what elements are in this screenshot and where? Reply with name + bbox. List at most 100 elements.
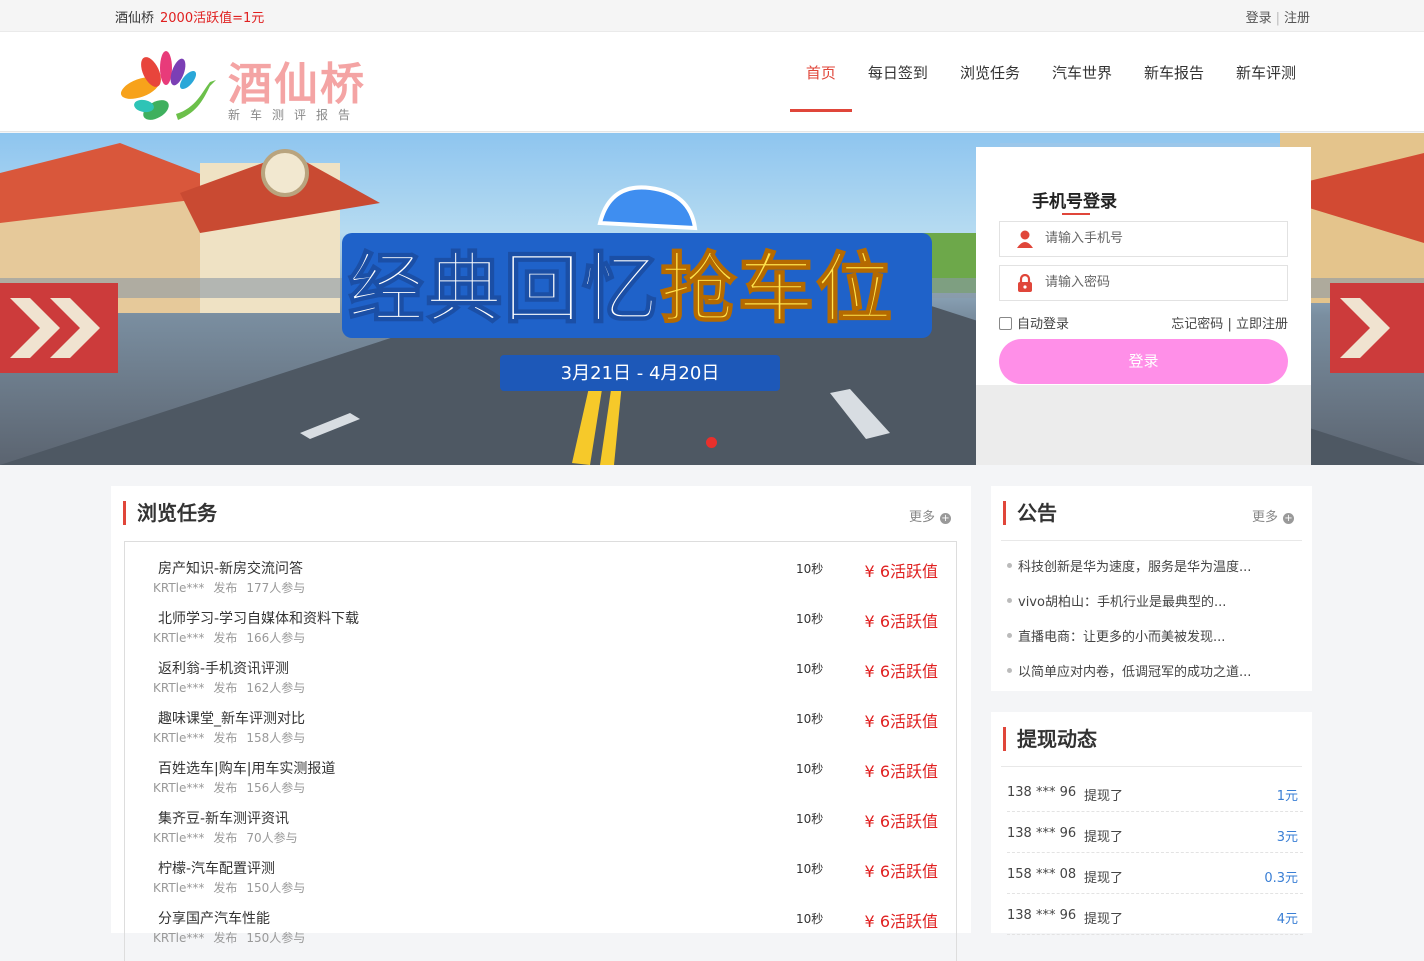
task-title[interactable]: 返利翁-手机资讯评测 <box>158 658 289 678</box>
notice-item[interactable]: 以简单应对内卷，低调冠军的成功之道... <box>1007 661 1251 680</box>
bullet-icon <box>1007 633 1012 638</box>
login-panel-footer <box>976 385 1311 465</box>
login-links-divider: | <box>1227 317 1232 332</box>
top-bar-auth: 登录 | 注册 <box>1246 7 1310 26</box>
lock-icon <box>1018 274 1032 292</box>
notice-divider <box>1001 540 1302 541</box>
top-bar: 酒仙桥 2000活跃值=1元 登录 | 注册 <box>0 0 1424 32</box>
withdraw-row: 138 *** 96 提现了 3元 <box>1007 812 1303 853</box>
task-item[interactable]: 柠檬-汽车配置评测 KRTle*** 发布 150人参与 10秒 ¥ 6活跃值 <box>125 842 956 895</box>
task-meta: KRTle*** 发布 150人参与 <box>153 929 314 946</box>
notice-card: 公告 更多 + 科技创新是华为速度，服务是华为温度... vivo胡柏山：手机行业… <box>991 486 1312 691</box>
site-logo[interactable]: 酒仙桥 新车测评报告 <box>118 48 378 122</box>
task-item[interactable]: 北师学习-学习自媒体和资料下载 KRTle*** 发布 166人参与 10秒 ¥ 6… <box>125 592 956 645</box>
task-reward: ¥ 6活跃值 <box>864 862 938 881</box>
task-reward: ¥ 6活跃值 <box>864 662 938 681</box>
task-title[interactable]: 分享国产汽车性能 <box>158 908 270 928</box>
task-publish: 发布 <box>213 931 238 945</box>
notice-text[interactable]: 以简单应对内卷，低调冠军的成功之道... <box>1018 665 1251 680</box>
task-list: 房产知识-新房交流问答 KRTle*** 发布 177人参与 10秒 ¥ 6活跃值 … <box>124 541 957 961</box>
bullet-icon <box>1007 668 1012 673</box>
withdraw-action: 提现了 <box>1084 871 1124 886</box>
task-duration: 10秒 <box>796 912 824 926</box>
task-title[interactable]: 百姓选车|购车|用车实测报道 <box>158 758 335 778</box>
withdraw-title: 提现动态 <box>1003 727 1097 751</box>
phone-input[interactable]: 请输入手机号 <box>999 221 1288 257</box>
withdraw-amount: 0.3元 <box>1264 871 1298 886</box>
banner-headline-white: 经典回忆 <box>347 244 660 334</box>
task-user: KRTle*** <box>153 931 205 945</box>
withdraw-action: 提现了 <box>1084 912 1124 927</box>
banner-headline: 经典回忆抢车位 <box>347 244 894 334</box>
task-item[interactable]: 房产知识-新房交流问答 KRTle*** 发布 177人参与 10秒 ¥ 6活跃值 <box>125 542 956 595</box>
top-register-link[interactable]: 注册 <box>1284 11 1310 26</box>
top-separator: | <box>1275 11 1280 26</box>
notice-item[interactable]: 科技创新是华为速度，服务是华为温度... <box>1007 556 1251 575</box>
task-title[interactable]: 集齐豆-新车测评资讯 <box>158 808 289 828</box>
task-item[interactable]: 返利翁-手机资讯评测 KRTle*** 发布 162人参与 10秒 ¥ 6活跃值 <box>125 642 956 695</box>
task-item[interactable]: 集齐豆-新车测评资讯 KRTle*** 发布 70人参与 10秒 ¥ 6活跃值 <box>125 792 956 845</box>
user-icon <box>1017 230 1033 248</box>
nav-item-browse-tasks[interactable]: 浏览任务 <box>944 32 1036 132</box>
task-duration: 10秒 <box>796 662 824 676</box>
notice-text[interactable]: vivo胡柏山：手机行业是最典型的... <box>1018 595 1226 610</box>
login-panel: 手机号登录 请输入手机号 请输入密码 自动登录 忘记密码 | 立即注册 登录 <box>976 147 1311 465</box>
withdraw-action: 提现了 <box>1084 830 1124 845</box>
task-reward: ¥ 6活跃值 <box>864 912 938 931</box>
nav-item-car-world[interactable]: 汽车世界 <box>1036 32 1128 132</box>
notice-more-link[interactable]: 更多 + <box>1252 506 1294 525</box>
password-input[interactable]: 请输入密码 <box>999 265 1288 301</box>
tasks-more-label: 更多 <box>908 510 935 525</box>
main-nav: 首页 每日签到 浏览任务 汽车世界 新车报告 新车评测 <box>789 32 1312 132</box>
notice-item[interactable]: 直播电商：让更多的小而美被发现... <box>1007 626 1225 645</box>
task-duration: 10秒 <box>796 712 824 726</box>
task-reward: ¥ 6活跃值 <box>864 712 938 731</box>
withdraw-phone: 138 *** 96 <box>1007 908 1077 923</box>
nav-item-home[interactable]: 首页 <box>789 32 852 132</box>
nav-item-new-car-report[interactable]: 新车报告 <box>1128 32 1220 132</box>
top-bar-left: 酒仙桥 2000活跃值=1元 <box>115 7 264 26</box>
forgot-password-link[interactable]: 忘记密码 <box>1171 317 1223 332</box>
notice-text[interactable]: 科技创新是华为速度，服务是华为温度... <box>1018 560 1251 575</box>
task-title[interactable]: 房产知识-新房交流问答 <box>158 558 303 578</box>
register-now-link[interactable]: 立即注册 <box>1236 317 1288 332</box>
bullet-icon <box>1007 563 1012 568</box>
login-button[interactable]: 登录 <box>999 339 1288 384</box>
plus-circle-icon: + <box>1283 513 1294 524</box>
task-title[interactable]: 趣味课堂_新车评测对比 <box>158 708 305 728</box>
task-item[interactable]: 趣味课堂_新车评测对比 KRTle*** 发布 158人参与 10秒 ¥ 6活跃值 <box>125 692 956 745</box>
task-title[interactable]: 北师学习-学习自媒体和资料下载 <box>158 608 359 628</box>
withdraw-phone: 158 *** 08 <box>1007 867 1077 882</box>
tasks-more-link[interactable]: 更多 + <box>909 506 951 525</box>
promo-text: 2000活跃值=1元 <box>160 11 265 26</box>
task-reward: ¥ 6活跃值 <box>864 612 938 631</box>
task-item[interactable]: 百姓选车|购车|用车实测报道 KRTle*** 发布 156人参与 10秒 ¥ 6活… <box>125 742 956 795</box>
notice-more-label: 更多 <box>1251 510 1278 525</box>
notice-text[interactable]: 直播电商：让更多的小而美被发现... <box>1018 630 1225 645</box>
phone-placeholder: 请输入手机号 <box>1045 231 1124 246</box>
auto-login-checkbox[interactable] <box>999 317 1012 330</box>
nav-item-daily-checkin[interactable]: 每日签到 <box>852 32 944 132</box>
logo-name: 酒仙桥 <box>228 59 366 110</box>
password-placeholder: 请输入密码 <box>1045 275 1111 290</box>
withdraw-row: 138 *** 96 提现了 4元 <box>1007 894 1303 935</box>
task-duration: 10秒 <box>796 862 824 876</box>
task-item[interactable]: 分享国产汽车性能 KRTle*** 发布 150人参与 10秒 ¥ 6活跃值 <box>125 892 956 945</box>
banner-headline-yellow: 抢车位 <box>659 244 894 334</box>
top-login-link[interactable]: 登录 <box>1246 11 1272 26</box>
withdraw-amount: 3元 <box>1276 830 1298 845</box>
logo-subtitle: 新车测评报告 <box>228 108 361 122</box>
notice-item[interactable]: vivo胡柏山：手机行业是最典型的... <box>1007 591 1226 610</box>
carousel-dot-active[interactable] <box>706 437 717 448</box>
withdraw-phone: 138 *** 96 <box>1007 785 1077 800</box>
browse-tasks-card: 浏览任务 更多 + 房产知识-新房交流问答 KRTle*** 发布 177人参与 10… <box>111 486 971 961</box>
auto-login-label[interactable]: 自动登录 <box>1017 317 1069 332</box>
nav-item-new-car-review[interactable]: 新车评测 <box>1220 32 1312 132</box>
task-duration: 10秒 <box>796 812 824 826</box>
plus-circle-icon: + <box>940 513 951 524</box>
tasks-title: 浏览任务 <box>123 501 217 525</box>
task-reward: ¥ 6活跃值 <box>864 812 938 831</box>
task-title[interactable]: 柠檬-汽车配置评测 <box>158 858 275 878</box>
task-participants: 150人参与 <box>246 931 306 945</box>
login-links: 忘记密码 | 立即注册 <box>1171 313 1288 332</box>
